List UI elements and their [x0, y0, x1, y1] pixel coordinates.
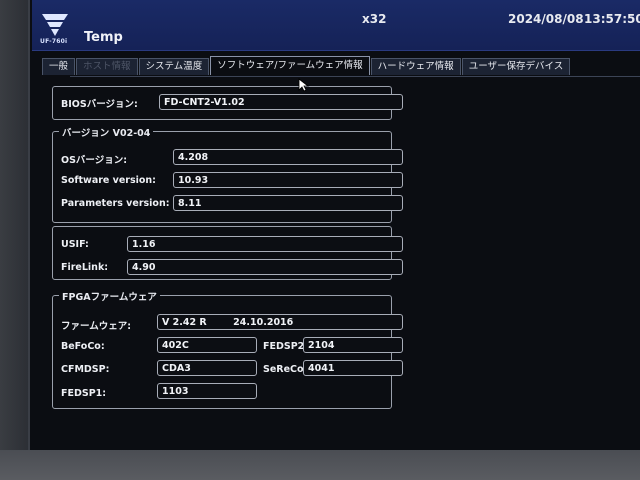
befoco-label: BeFoCo:	[61, 341, 105, 352]
usif-field: 1.16	[127, 236, 403, 252]
parameters-version-label: Parameters version:	[61, 198, 170, 209]
firmware-label: ファームウェア:	[61, 321, 132, 332]
logo-text: UF-760i	[40, 38, 68, 45]
fpga-group-legend: FPGAファームウェア	[59, 289, 160, 303]
tab-hardware-info[interactable]: ハードウェア情報	[370, 58, 461, 75]
tab-general[interactable]: 一般	[42, 58, 76, 75]
monitor-bezel-bottom	[0, 450, 640, 480]
page-title: Temp	[84, 30, 123, 45]
header-bar: UF-760i Temp x32 2024/08/08 13:57:50	[32, 0, 640, 51]
software-version-label: Software version:	[61, 175, 156, 186]
tab-divider	[70, 76, 640, 77]
monitor-bezel-left	[0, 0, 28, 450]
os-version-label: OSバージョン:	[61, 155, 128, 166]
sereco-label: SeReCo:	[263, 364, 308, 375]
fedsp1-field: 1103	[157, 383, 257, 399]
mouse-pointer-icon	[298, 78, 310, 92]
tab-user-storage-devices[interactable]: ユーザー保存デバイス	[461, 58, 571, 75]
usif-firelink-group: USIF: 1.16 FireLink: 4.90	[52, 226, 403, 280]
os-version-field: 4.208	[173, 149, 403, 165]
firelink-field: 4.90	[127, 259, 403, 275]
time-display: 13:57:50	[584, 12, 640, 26]
software-version-field: 10.93	[173, 172, 403, 188]
tab-bar: 一般 ホスト情報 システム温度 ソフトウェア/ファームウェア情報 ハードウェア情…	[42, 56, 571, 76]
firelink-label: FireLink:	[61, 262, 109, 273]
zoom-level: x32	[362, 12, 387, 26]
tab-host-info: ホスト情報	[76, 58, 138, 75]
fedsp2-label: FEDSP2:	[263, 341, 309, 352]
bios-label: BIOSバージョン:	[61, 99, 138, 110]
cfmdsp-field: CDA3	[157, 360, 257, 376]
parameters-version-field: 8.11	[173, 195, 403, 211]
version-group-legend: バージョン V02-04	[59, 125, 154, 139]
version-group: バージョン V02-04 OSバージョン: 4.208 Software ver…	[52, 125, 403, 223]
bios-version-field: FD-CNT2-V1.02	[159, 94, 403, 110]
bios-group: BIOSバージョン: FD-CNT2-V1.02	[52, 86, 403, 120]
befoco-field: 402C	[157, 337, 257, 353]
usif-label: USIF:	[61, 239, 89, 250]
tab-software-firmware-info[interactable]: ソフトウェア/ファームウェア情報	[210, 56, 370, 75]
sereco-field: 4041	[303, 360, 403, 376]
tab-system-temperature[interactable]: システム温度	[138, 58, 210, 75]
fedsp2-field: 2104	[303, 337, 403, 353]
fpga-group: FPGAファームウェア ファームウェア: V 2.42 R 24.10.2016…	[52, 289, 403, 409]
screen: UF-760i Temp x32 2024/08/08 13:57:50 一般 …	[28, 0, 640, 450]
firmware-field: V 2.42 R 24.10.2016	[157, 314, 403, 330]
date-display: 2024/08/08	[508, 12, 584, 26]
cfmdsp-label: CFMDSP:	[61, 364, 110, 375]
fedsp1-label: FEDSP1:	[61, 388, 107, 399]
